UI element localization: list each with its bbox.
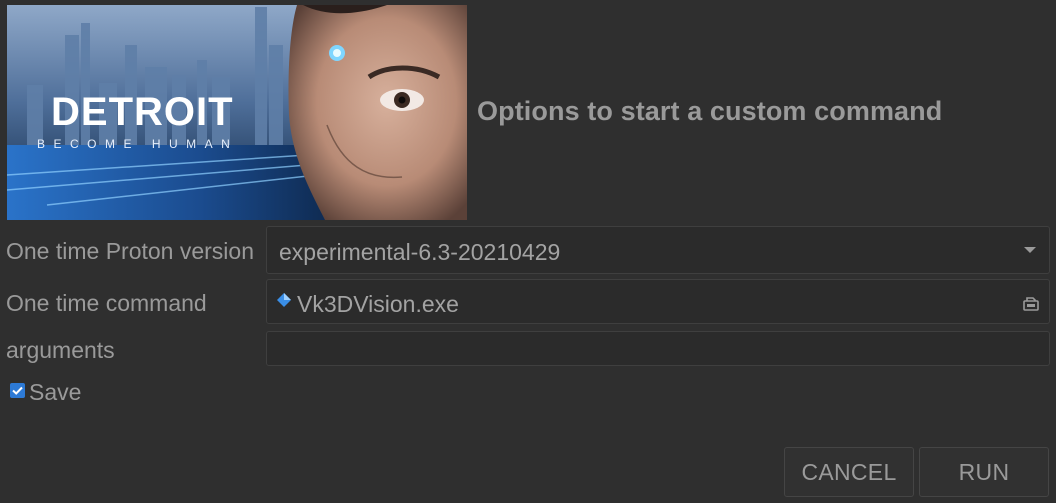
command-input[interactable]: Vk3DVision.exe [266,279,1050,324]
command-value: Vk3DVision.exe [297,291,459,317]
run-button[interactable]: RUN [919,447,1049,497]
chevron-down-icon[interactable] [1024,247,1036,253]
game-banner-image: DETROIT BECOME HUMAN [7,5,467,220]
save-checkbox[interactable] [10,383,25,398]
arguments-label: arguments [6,337,115,363]
dialog-title: Options to start a custom command [477,96,943,126]
command-label: One time command [6,290,207,316]
arguments-input[interactable] [266,331,1050,366]
banner-logo-title: DETROIT [51,90,234,134]
executable-file-icon [277,293,291,307]
banner-logo-subtitle: BECOME HUMAN [37,137,238,151]
proton-version-value: experimental-6.3-20210429 [279,239,561,265]
browse-file-icon[interactable] [1023,295,1039,311]
checkmark-icon [12,386,23,395]
cancel-button[interactable]: CANCEL [784,447,914,497]
proton-version-label: One time Proton version [6,238,255,264]
save-checkbox-label[interactable]: Save [29,379,81,406]
proton-version-select[interactable]: experimental-6.3-20210429 [266,226,1050,274]
